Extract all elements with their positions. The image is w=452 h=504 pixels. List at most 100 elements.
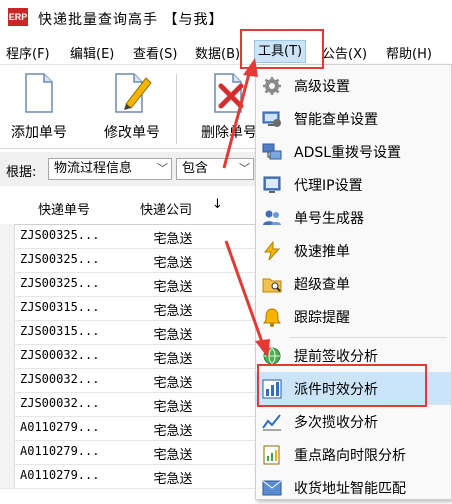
row-marker <box>0 416 15 440</box>
table-header: 快递单号 快递公司 ↓ <box>0 190 255 225</box>
edit-document-icon <box>115 73 152 113</box>
tracking-table: 快递单号 快递公司 ↓ ZJS00325... 宅急送 ZJS00325... 宅急… <box>0 190 255 500</box>
toolbar-separator <box>176 74 177 144</box>
title-bar: ERP 快递批量查询高手 【与我】 <box>0 0 452 38</box>
row-marker <box>0 344 15 368</box>
monitor-settings-icon <box>262 111 281 127</box>
table-row[interactable]: ZJS00315... 宅急送 <box>0 320 255 345</box>
menu-item-adsl-redial-settings[interactable]: ADSL重拨号设置 <box>256 135 451 168</box>
menu-item-label: 多次揽收分析 <box>294 415 378 431</box>
menu-bar: 程序(F) 编辑(E) 查看(S) 数据(B) 工具(T) 公告(X) 帮助(H… <box>0 40 452 65</box>
proxy-icon <box>263 176 281 193</box>
menu-item-label: 跟踪提醒 <box>294 310 350 326</box>
row-marker <box>0 368 15 392</box>
row-marker <box>0 464 15 488</box>
menu-item-proxy-ip-settings[interactable]: 代理IP设置 <box>256 168 451 201</box>
sort-down-icon[interactable]: ↓ <box>212 197 223 212</box>
tracking-number-cell: A0110279... <box>20 444 100 458</box>
column-header-courier[interactable]: 快递公司 <box>140 199 192 218</box>
modify-number-label: 修改单号 <box>104 125 160 141</box>
add-number-button[interactable]: 添加单号 <box>0 72 78 146</box>
menu-item-smart-query-settings[interactable]: 智能查单设置 <box>256 102 451 135</box>
modify-number-button[interactable]: 修改单号 <box>93 72 171 146</box>
menu-item-tracking-reminder[interactable]: 跟踪提醒 <box>256 300 451 333</box>
address-icon <box>262 480 282 496</box>
app-logo-icon: ERP <box>8 8 28 26</box>
menu-item-address-smart-match[interactable]: 收货地址智能匹配 <box>256 471 451 504</box>
bell-icon <box>263 308 281 327</box>
courier-cell: 宅急送 <box>153 256 193 271</box>
menu-item-label: 收货地址智能匹配 <box>294 481 406 497</box>
document-chart-icon <box>263 445 280 465</box>
folder-search-icon <box>262 278 282 293</box>
menu-item-label: 单号生成器 <box>294 211 364 227</box>
delete-document-icon <box>214 73 244 113</box>
courier-cell: 宅急送 <box>153 232 193 247</box>
filter-field-select[interactable]: 物流过程信息 ﹀ <box>48 158 172 180</box>
tools-menu-highlight-box <box>240 29 324 69</box>
tracking-number-cell: ZJS00032... <box>20 372 100 386</box>
filter-bar: 根据: 物流过程信息 ﹀ 包含 ﹀ <box>0 152 255 186</box>
column-header-tracking-number[interactable]: 快递单号 <box>38 199 90 218</box>
table-row[interactable]: A0110279... 宅急送 <box>0 464 255 489</box>
courier-cell: 宅急送 <box>153 352 193 367</box>
table-row[interactable]: ZJS00325... 宅急送 <box>0 224 255 249</box>
network-icon <box>262 143 282 160</box>
menu-edit[interactable]: 编辑(E) <box>70 43 114 62</box>
tracking-number-cell: ZJS00325... <box>20 276 100 290</box>
table-row[interactable]: A0110279... 宅急送 <box>0 440 255 465</box>
menu-item-number-generator[interactable]: 单号生成器 <box>256 201 451 234</box>
menu-item-label: 高级设置 <box>294 79 350 95</box>
menu-program[interactable]: 程序(F) <box>6 43 50 62</box>
courier-cell: 宅急送 <box>153 448 193 463</box>
courier-cell: 宅急送 <box>153 400 193 415</box>
chevron-down-icon: ﹀ <box>157 162 168 175</box>
menu-item-super-query[interactable]: 超级查单 <box>256 267 451 300</box>
table-row[interactable]: A0110279... 宅急送 <box>0 416 255 441</box>
menu-item-label: 智能查单设置 <box>294 112 378 128</box>
table-row[interactable]: ZJS00325... 宅急送 <box>0 272 255 297</box>
menu-help[interactable]: 帮助(H) <box>386 43 432 62</box>
people-icon <box>263 210 281 225</box>
row-marker <box>0 296 15 320</box>
row-marker <box>0 224 15 248</box>
menu-view[interactable]: 查看(S) <box>133 43 177 62</box>
tracking-number-cell: ZJS00315... <box>20 300 100 314</box>
tools-menu: 高级设置 智能查单设置 ADSL重拨号设置 代理IP设置 单号生成器 极速推单 … <box>255 64 452 500</box>
menu-item-label: 重点路向时限分析 <box>294 448 406 464</box>
filter-mode-select[interactable]: 包含 ﹀ <box>176 158 254 180</box>
menu-notice[interactable]: 公告(X) <box>322 43 367 62</box>
tracking-number-cell: A0110279... <box>20 420 100 434</box>
tracking-number-cell: ZJS00315... <box>20 324 100 338</box>
add-number-label: 添加单号 <box>11 125 67 141</box>
table-row[interactable]: ZJS00032... 宅急送 <box>0 368 255 393</box>
row-marker <box>0 272 15 296</box>
toolbar: 添加单号 修改单号 删除单号 <box>0 66 257 149</box>
table-row[interactable]: ZJS00032... 宅急送 <box>0 392 255 417</box>
delivery-analysis-highlight-box <box>257 364 427 407</box>
row-marker <box>0 392 15 416</box>
menu-item-advanced-settings[interactable]: 高级设置 <box>256 69 451 102</box>
tracking-number-cell: ZJS00325... <box>20 228 100 242</box>
table-row[interactable]: ZJS00325... 宅急送 <box>0 248 255 273</box>
filter-mode-value: 包含 <box>182 161 209 176</box>
gear-icon <box>263 77 281 95</box>
menu-data[interactable]: 数据(B) <box>195 43 240 62</box>
tracking-number-cell: A0110279... <box>20 468 100 482</box>
menu-item-label: 极速推单 <box>294 244 350 260</box>
tracking-number-cell: ZJS00032... <box>20 348 100 362</box>
menu-item-fast-push[interactable]: 极速推单 <box>256 234 451 267</box>
courier-cell: 宅急送 <box>153 304 193 319</box>
menu-item-label: 提前签收分析 <box>294 349 378 365</box>
courier-cell: 宅急送 <box>153 376 193 391</box>
menu-item-multiple-pickup-analysis[interactable]: 多次揽收分析 <box>256 405 451 438</box>
menu-item-label: ADSL重拨号设置 <box>294 145 402 161</box>
courier-cell: 宅急送 <box>153 472 193 487</box>
row-marker <box>0 440 15 464</box>
table-row[interactable]: ZJS00315... 宅急送 <box>0 296 255 321</box>
table-row[interactable]: ZJS00032... 宅急送 <box>0 344 255 369</box>
row-marker <box>0 320 15 344</box>
courier-cell: 宅急送 <box>153 328 193 343</box>
filter-field-value: 物流过程信息 <box>54 161 133 176</box>
menu-item-key-route-time-analysis[interactable]: 重点路向时限分析 <box>256 438 451 471</box>
